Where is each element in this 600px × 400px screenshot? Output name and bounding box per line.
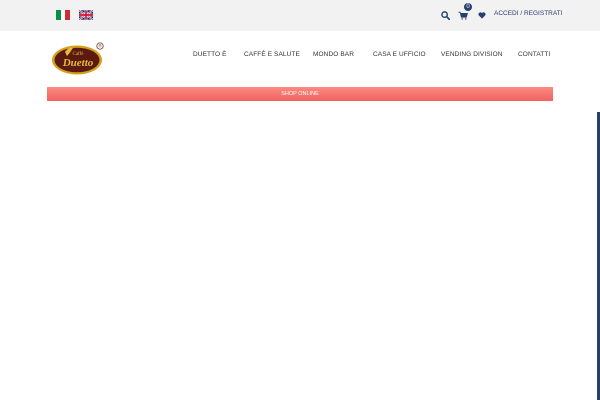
shop-online-banner: SHOP ONLINE xyxy=(47,87,553,101)
login-register-link[interactable]: ACCEDI / REGISTRATI xyxy=(494,10,563,17)
flag-stripe-red xyxy=(65,10,71,20)
nav-item-vending-division[interactable]: VENDING DIVISION xyxy=(441,51,503,58)
heart-icon[interactable] xyxy=(478,8,490,22)
italian-flag-icon[interactable] xyxy=(56,10,71,20)
top-utility-bar: 0 ACCEDI / REGISTRATI xyxy=(0,0,600,31)
nav-item-caffe-e-salute[interactable]: CAFFÈ E SALUTE xyxy=(244,51,300,58)
duetto-logo[interactable]: Caffè Duetto ® xyxy=(51,42,105,76)
nav-item-contatti[interactable]: CONTATTI xyxy=(518,51,550,58)
shop-online-link[interactable]: SHOP ONLINE xyxy=(47,87,553,101)
nav-item-casa-e-ufficio[interactable]: CASA E UFFICIO xyxy=(373,51,426,58)
cart-count-badge: 0 xyxy=(464,3,472,11)
main-navigation: DUETTO È CAFFÈ E SALUTE MONDO BAR CASA E… xyxy=(185,49,555,65)
search-icon[interactable] xyxy=(441,8,453,22)
nav-item-duetto-e[interactable]: DUETTO È xyxy=(193,51,227,58)
nav-item-mondo-bar[interactable]: MONDO BAR xyxy=(313,51,354,58)
logo-brand-text: Duetto xyxy=(62,57,94,69)
uk-flag-icon[interactable] xyxy=(79,10,93,20)
